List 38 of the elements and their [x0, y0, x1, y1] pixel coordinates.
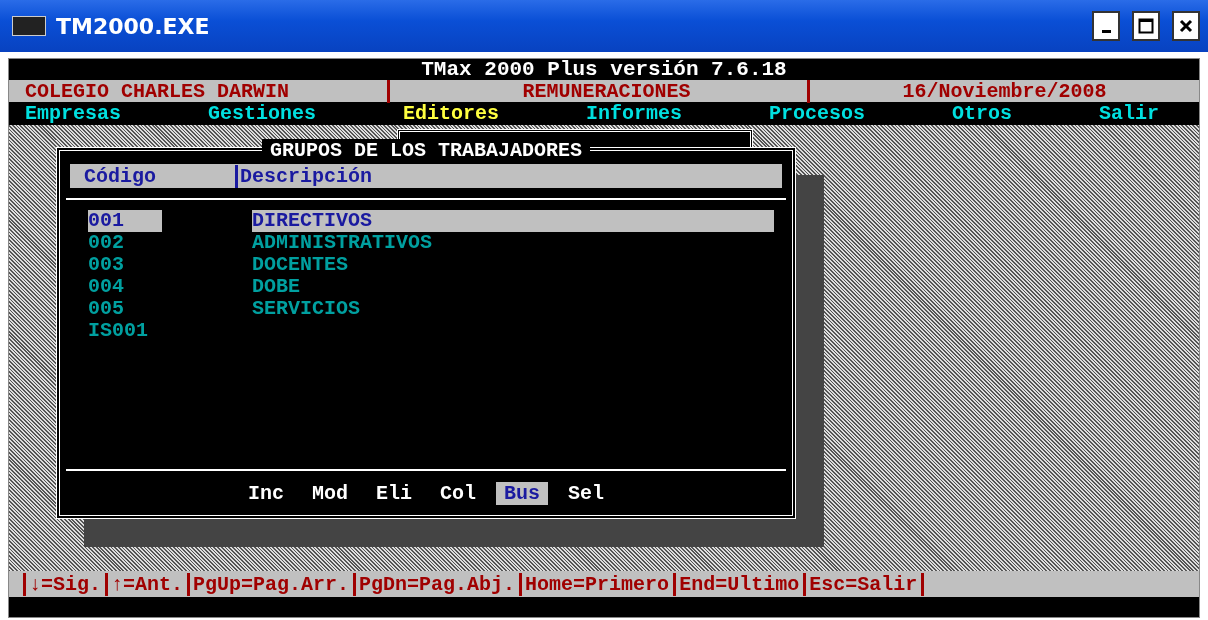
action-button[interactable]: Col: [432, 481, 484, 505]
app-version: TMax 2000 Plus versión 7.6.18: [421, 58, 787, 81]
description-cell[interactable]: DOBE: [252, 276, 774, 298]
window-title: TM2000.EXE: [56, 13, 211, 39]
module-name: REMUNERACIONES: [387, 80, 807, 103]
code-cell[interactable]: 005: [88, 298, 162, 320]
minimize-button[interactable]: [1092, 11, 1120, 41]
code-cell[interactable]: 003: [88, 254, 162, 276]
code-cell[interactable]: 002: [88, 232, 162, 254]
code-cell[interactable]: 004: [88, 276, 162, 298]
close-button[interactable]: [1172, 11, 1200, 41]
description-cell[interactable]: DIRECTIVOS: [252, 210, 774, 232]
menu-item[interactable]: Gestiones: [208, 102, 316, 125]
action-button[interactable]: Mod: [303, 481, 356, 505]
description-cell[interactable]: ADMINISTRATIVOS: [252, 232, 774, 254]
column-heading: Descripción: [235, 164, 782, 188]
action-button[interactable]: Bus: [496, 481, 549, 505]
menu-item[interactable]: Informes: [585, 102, 682, 125]
console-icon: [12, 16, 46, 36]
menu-item[interactable]: Salir: [1098, 102, 1159, 125]
action-button[interactable]: Inc: [239, 481, 292, 505]
close-icon: [1179, 19, 1193, 33]
menu-item[interactable]: Otros: [951, 102, 1012, 125]
menu-item[interactable]: Empresas: [25, 102, 121, 125]
current-date: 16/Noviembre/2008: [807, 80, 1199, 103]
column-heading: Código: [83, 164, 157, 188]
description-cell[interactable]: SERVICIOS: [252, 298, 774, 320]
code-cell[interactable]: IS001: [88, 320, 162, 342]
description-cell[interactable]: DOCENTES: [252, 254, 774, 276]
menu-item[interactable]: Editores: [403, 102, 499, 125]
code-cell[interactable]: 001: [88, 210, 162, 232]
menu-item[interactable]: Procesos: [768, 102, 865, 125]
maximize-icon: [1138, 18, 1154, 34]
minimize-icon: [1101, 29, 1111, 33]
company-name: COLEGIO CHARLES DARWIN: [24, 80, 291, 103]
action-button[interactable]: Sel: [560, 481, 613, 505]
maximize-button[interactable]: [1132, 11, 1160, 41]
action-button[interactable]: Eli: [368, 481, 420, 505]
